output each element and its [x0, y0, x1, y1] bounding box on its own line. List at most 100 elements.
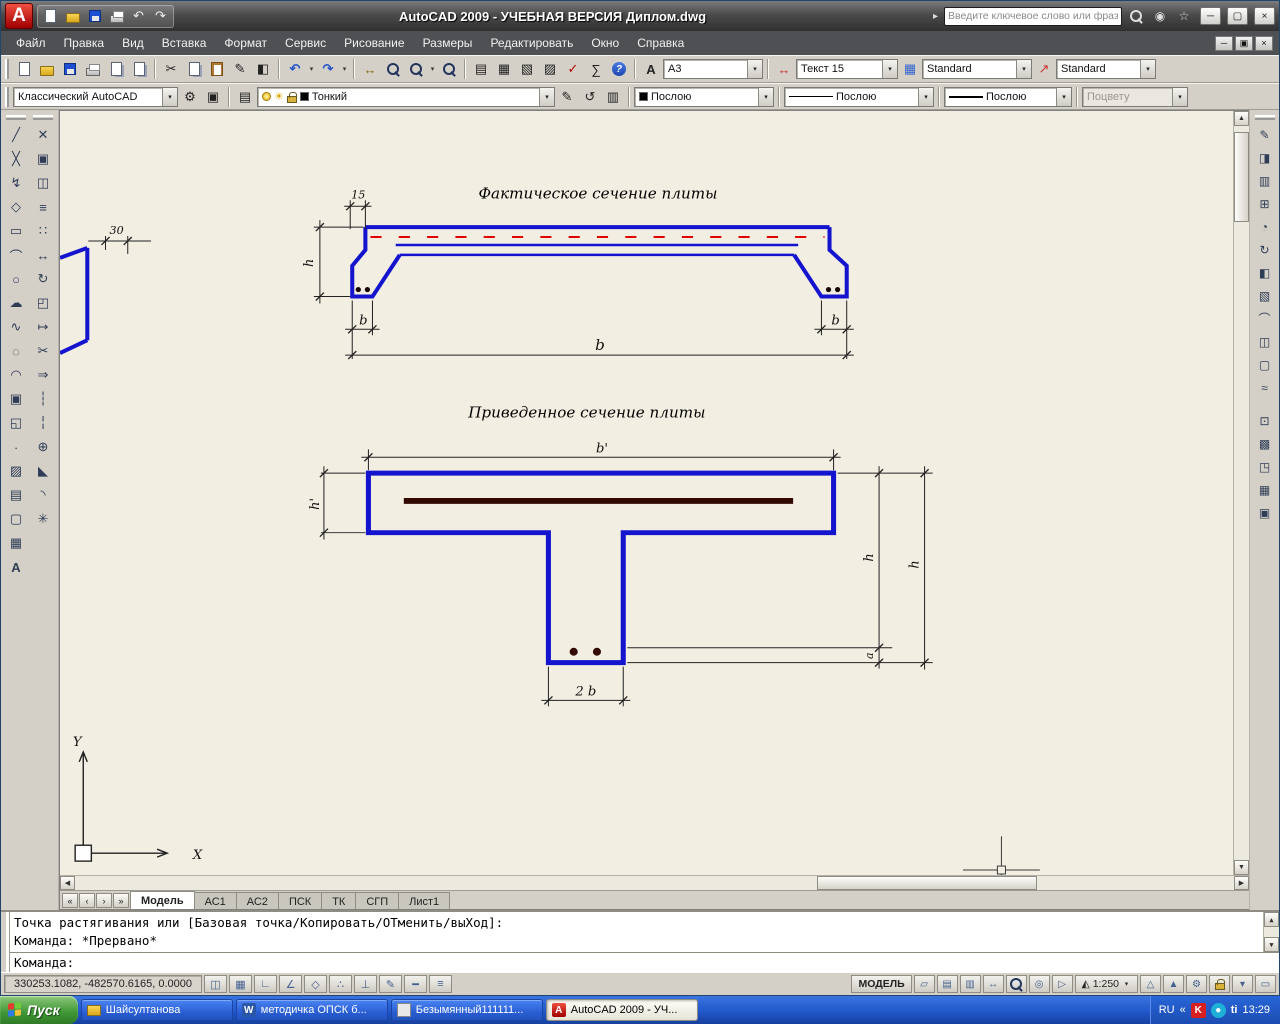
taskbar-item-autocad[interactable]: A AutoCAD 2009 - УЧ...: [545, 999, 698, 1021]
menu-tools[interactable]: Сервис: [276, 33, 335, 53]
extend-tool[interactable]: ⇒: [31, 363, 55, 387]
layout-button[interactable]: ▱: [913, 975, 935, 993]
copy-tool[interactable]: ▣: [31, 147, 55, 171]
designcenter-button[interactable]: ▦: [493, 58, 515, 80]
redo-dropdown-icon[interactable]: ▾: [340, 65, 349, 73]
tab-list1[interactable]: Лист1: [398, 892, 451, 909]
qat-undo-button[interactable]: ↶: [129, 7, 148, 26]
rectangle-tool[interactable]: ▭: [4, 219, 28, 243]
table-style-combo[interactable]: Standard ▾: [922, 59, 1032, 79]
save-button[interactable]: [59, 58, 81, 80]
named-views-tool[interactable]: ◔: [1253, 215, 1276, 238]
minimize-button[interactable]: ─: [1200, 7, 1221, 25]
help-button[interactable]: ?: [608, 58, 630, 80]
workspace-switching-button[interactable]: ⚙: [1186, 975, 1207, 993]
workspace-settings-gear-icon[interactable]: ⚙: [179, 86, 201, 108]
annotation-autoscale-button[interactable]: ▲: [1163, 975, 1184, 993]
dim-style-combo[interactable]: Текст 15 ▾: [796, 59, 898, 79]
block-edit-tool[interactable]: ▣: [1253, 501, 1276, 524]
undo-dropdown-icon[interactable]: ▾: [307, 65, 316, 73]
zoom-previous-button[interactable]: [438, 58, 460, 80]
join-tool[interactable]: ⊕: [31, 435, 55, 459]
pan-button[interactable]: ↔: [359, 58, 381, 80]
object-snap-tracking-button[interactable]: ∴: [329, 975, 352, 993]
table-tool[interactable]: ▦: [4, 531, 28, 555]
point-tool[interactable]: ∙: [4, 435, 28, 459]
chevron-down-icon[interactable]: ▾: [758, 87, 773, 106]
scroll-down-icon[interactable]: ▼: [1234, 860, 1249, 875]
taskbar-item-folder[interactable]: Шайсултанова: [80, 999, 233, 1021]
taskbar-item-untitled[interactable]: Безымянный111111...: [390, 999, 543, 1021]
command-input-line[interactable]: Команда:: [10, 952, 1279, 972]
search-icon[interactable]: [1126, 6, 1146, 26]
scroll-left-icon[interactable]: ◀: [60, 876, 75, 890]
polar-tracking-button[interactable]: ∠: [279, 975, 302, 993]
lineweight-combo[interactable]: Послою ▾: [944, 86, 1072, 107]
region-edit-tool[interactable]: ▢: [1253, 353, 1276, 376]
qat-new-button[interactable]: [41, 7, 60, 26]
autocad-logo-icon[interactable]: A: [5, 3, 33, 29]
text-style-combo[interactable]: A3 ▾: [663, 59, 763, 79]
plot-button[interactable]: [82, 58, 104, 80]
maximize-button[interactable]: ▢: [1227, 7, 1248, 25]
menu-file[interactable]: Файл: [7, 33, 55, 53]
chevron-down-icon[interactable]: ▾: [747, 60, 762, 78]
zoom-realtime-button[interactable]: [382, 58, 404, 80]
break-tool[interactable]: ╎: [31, 411, 55, 435]
orbit-tool[interactable]: ↻: [1253, 238, 1276, 261]
new-button[interactable]: [13, 58, 35, 80]
chevron-down-icon[interactable]: ▾: [1122, 980, 1131, 988]
polygon-tool[interactable]: ◇: [4, 195, 28, 219]
text-style-icon[interactable]: A: [640, 58, 662, 80]
region-tool[interactable]: ▢: [4, 507, 28, 531]
menu-dimension[interactable]: Размеры: [414, 33, 482, 53]
toolbar-grip[interactable]: [33, 115, 53, 120]
linetype-combo[interactable]: Послою ▾: [784, 86, 934, 107]
scroll-up-icon[interactable]: ▲: [1264, 912, 1279, 927]
tab-as1[interactable]: АС1: [193, 892, 237, 909]
qat-plot-button[interactable]: [107, 7, 126, 26]
scale-tool[interactable]: ◰: [31, 291, 55, 315]
match-properties-button[interactable]: ✎: [229, 58, 251, 80]
zoom-dropdown-icon[interactable]: ▾: [428, 65, 437, 73]
multileader-style-icon[interactable]: ↗: [1033, 58, 1055, 80]
chevron-down-icon[interactable]: ▾: [1056, 87, 1071, 106]
move-tool[interactable]: ↔: [31, 243, 55, 267]
stretch-tool[interactable]: ↦: [31, 315, 55, 339]
search-expand-icon[interactable]: ▸: [931, 11, 940, 22]
close-button[interactable]: ×: [1254, 7, 1275, 25]
layer-thaw-sun-icon[interactable]: ☀: [274, 90, 284, 103]
multiline-text-tool[interactable]: A: [4, 555, 28, 579]
menu-view[interactable]: Вид: [113, 33, 153, 53]
taskbar-item-word-doc[interactable]: W методичка ОПСК б...: [235, 999, 388, 1021]
layer-lock-icon[interactable]: [286, 91, 297, 103]
array-tool[interactable]: ∷: [31, 219, 55, 243]
quickcalc-button[interactable]: ∑: [585, 58, 607, 80]
toolbar-grip[interactable]: [1254, 115, 1275, 120]
trim-tool[interactable]: ✂: [31, 339, 55, 363]
chevron-down-icon[interactable]: ▾: [1140, 60, 1155, 78]
draw-order-front-tool[interactable]: ◨: [1253, 146, 1276, 169]
vertical-scroll-thumb[interactable]: [1234, 132, 1249, 222]
start-button[interactable]: Пуск: [0, 996, 78, 1024]
command-scrollbar[interactable]: ▲ ▼: [1263, 912, 1279, 952]
toolbar-lock-button[interactable]: [1209, 975, 1230, 993]
rotate-tool[interactable]: ↻: [31, 267, 55, 291]
qat-save-button[interactable]: [85, 7, 104, 26]
qat-open-button[interactable]: [63, 7, 82, 26]
layer-properties-button[interactable]: ▤: [234, 86, 256, 108]
scroll-right-icon[interactable]: ▶: [1234, 876, 1249, 890]
clean-screen-button[interactable]: ▭: [1255, 975, 1276, 993]
circle-tool[interactable]: ○: [4, 267, 28, 291]
lineweight-display-button[interactable]: ━: [404, 975, 427, 993]
save-workspace-button[interactable]: ▣: [202, 86, 224, 108]
draw-order-back-tool[interactable]: ▥: [1253, 169, 1276, 192]
ellipse-tool[interactable]: ◌: [4, 339, 28, 363]
status-menu-button[interactable]: ▾: [1232, 975, 1253, 993]
copy-button[interactable]: [183, 58, 205, 80]
line-tool[interactable]: ╱: [4, 123, 28, 147]
chevron-down-icon[interactable]: ▾: [1016, 60, 1031, 78]
annotation-scale-button[interactable]: ◭ 1:250 ▾: [1074, 975, 1138, 993]
layer-combo[interactable]: ☀ Тонкий ▾: [257, 86, 555, 107]
viewports-tool[interactable]: ⊞: [1253, 192, 1276, 215]
